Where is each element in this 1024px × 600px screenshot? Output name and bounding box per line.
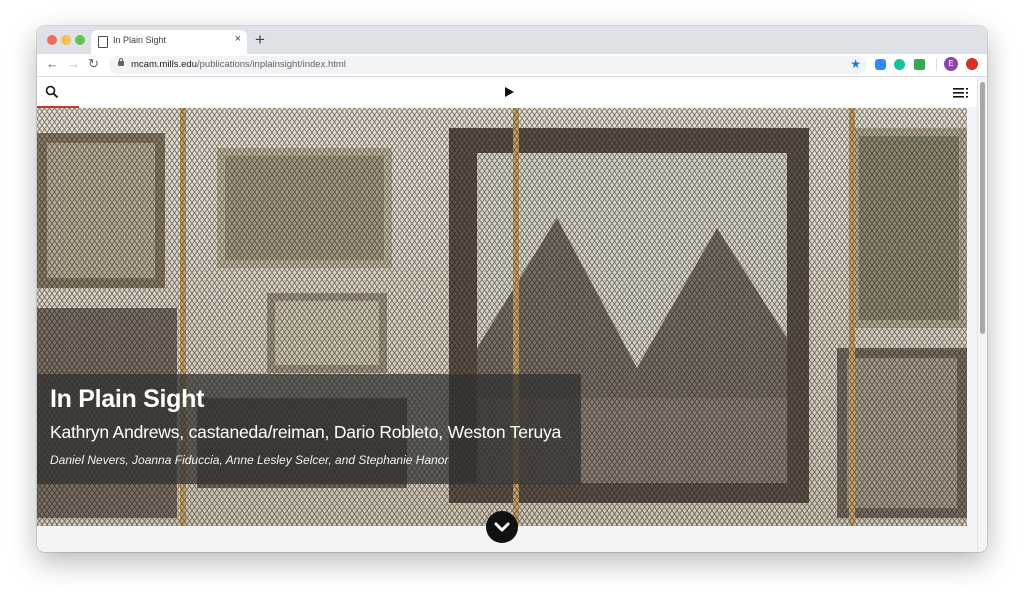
artists-subtitle: Kathryn Andrews, castaneda/reiman, Dario… bbox=[50, 422, 562, 442]
menu-icon[interactable] bbox=[953, 87, 969, 99]
page-scrollbar[interactable] bbox=[977, 77, 987, 552]
site-header bbox=[37, 77, 977, 108]
avatar[interactable]: E bbox=[944, 57, 958, 71]
tab-close-icon[interactable]: × bbox=[235, 33, 241, 45]
extension-icon[interactable] bbox=[914, 59, 925, 70]
back-icon[interactable]: ← bbox=[46, 55, 59, 73]
star-icon[interactable]: ★ bbox=[850, 57, 861, 71]
reload-icon[interactable]: ↻ bbox=[88, 55, 99, 73]
scrollbar-thumb[interactable] bbox=[980, 82, 985, 334]
title-panel: In Plain Sight Kathryn Andrews, castaned… bbox=[37, 374, 581, 484]
page-icon bbox=[98, 36, 108, 48]
scroll-down-button[interactable] bbox=[486, 511, 518, 543]
url-host: mcam.mills.edu bbox=[131, 59, 197, 70]
minimize-window-button[interactable] bbox=[61, 35, 71, 45]
tab-title: In Plain Sight bbox=[113, 35, 167, 45]
tab-in-plain-sight[interactable]: In Plain Sight × bbox=[91, 30, 247, 54]
toolbar-divider bbox=[936, 58, 937, 71]
url-text[interactable]: mcam.mills.edu/publications/inplainsight… bbox=[131, 59, 346, 70]
close-window-button[interactable] bbox=[47, 35, 57, 45]
tab-strip: In Plain Sight × + bbox=[37, 26, 987, 54]
new-tab-button[interactable]: + bbox=[255, 30, 265, 50]
browser-toolbar: ← → ↻ mcam.mills.edu/publications/inplai… bbox=[37, 54, 987, 77]
maximize-window-button[interactable] bbox=[75, 35, 85, 45]
forward-icon[interactable]: → bbox=[67, 55, 80, 73]
chevron-down-icon bbox=[494, 522, 510, 532]
url-path: /publications/inplainsight/index.html bbox=[197, 59, 346, 70]
hero: In Plain Sight Kathryn Andrews, castaned… bbox=[37, 108, 967, 526]
search-icon[interactable] bbox=[45, 85, 59, 99]
adblock-extension-icon[interactable] bbox=[966, 58, 978, 70]
browser-window: In Plain Sight × + ← → ↻ mcam.mills.edu/… bbox=[37, 26, 987, 552]
address-bar[interactable]: mcam.mills.edu/publications/inplainsight… bbox=[109, 56, 867, 74]
lock-icon[interactable] bbox=[118, 58, 124, 66]
authors-byline: Daniel Nevers, Joanna Fiduccia, Anne Les… bbox=[50, 453, 449, 467]
grammarly-extension-icon[interactable] bbox=[894, 59, 905, 70]
page-title: In Plain Sight bbox=[50, 385, 205, 413]
zoom-extension-icon[interactable] bbox=[875, 59, 886, 70]
play-icon[interactable] bbox=[503, 86, 515, 98]
page-content: In Plain Sight Kathryn Andrews, castaned… bbox=[37, 77, 987, 552]
